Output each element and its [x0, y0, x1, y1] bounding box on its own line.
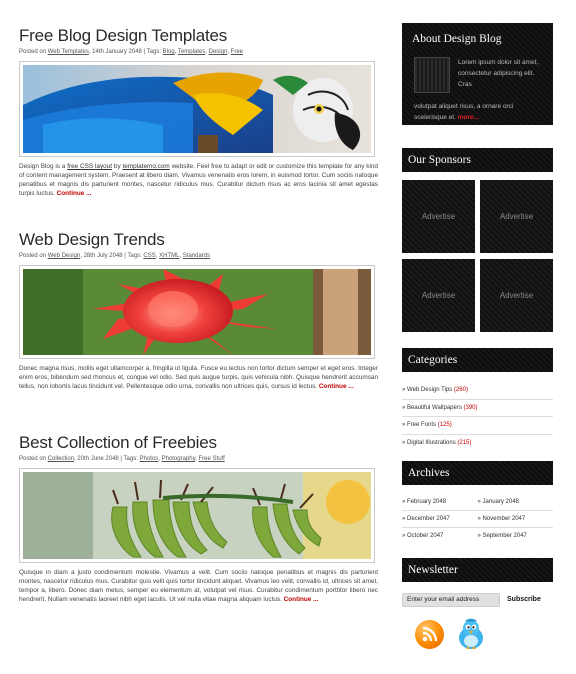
post-meta: Posted on Web Design, 28th July 2048 | T… [19, 253, 211, 259]
blog-post: Free Blog Design Templates Posted on Web… [19, 26, 378, 198]
post-excerpt: Design Blog is a free CSS layout by temp… [19, 163, 378, 198]
continue-link[interactable]: Continue ... [319, 383, 354, 390]
about-title: About Design Blog [412, 33, 502, 45]
archives-heading: Archives [402, 461, 553, 485]
tag-link[interactable]: Standards [183, 253, 210, 259]
tag-link[interactable]: Photos [140, 456, 159, 462]
post-meta: Posted on Collection, 20th June 2048 | T… [19, 456, 225, 462]
advertise-slot[interactable]: Advertise [402, 259, 475, 332]
archive-row: » December 2047» November 2047 [402, 511, 553, 528]
twitter-bird-icon[interactable] [455, 618, 487, 651]
archive-row: » February 2048» January 2048 [402, 494, 553, 511]
archive-link[interactable]: » December 2047 [402, 511, 478, 527]
advertise-slot[interactable]: Advertise [480, 180, 553, 253]
blog-post: Web Design Trends Posted on Web Design, … [19, 230, 378, 391]
category-link[interactable]: Web Templates [48, 49, 89, 55]
about-text: Lorem ipsum dolor sit amet, consectetur … [458, 59, 539, 88]
tag-link[interactable]: CSS [143, 253, 155, 259]
archive-link[interactable]: » September 2047 [478, 528, 554, 545]
archive-link[interactable]: » February 2048 [402, 494, 478, 510]
free-css-layout-link[interactable]: free CSS layout [67, 163, 112, 170]
post-image-frame [19, 468, 375, 563]
advertise-slot[interactable]: Advertise [480, 259, 553, 332]
post-title[interactable]: Best Collection of Freebies [19, 433, 378, 453]
about-thumbnail [414, 57, 450, 93]
post-image-frame [19, 61, 375, 157]
tag-link[interactable]: Photography [162, 456, 196, 462]
archive-list: » February 2048» January 2048 » December… [402, 494, 553, 545]
templatemo-link[interactable]: templatemo.com [122, 163, 169, 170]
more-link[interactable]: more... [458, 114, 479, 121]
list-item[interactable]: » Beautiful Wallpapers (390) [402, 400, 553, 417]
tag-link[interactable]: Free Stuff [199, 456, 225, 462]
category-link[interactable]: Web Design [48, 253, 81, 259]
category-link[interactable]: Collection [48, 456, 74, 462]
continue-link[interactable]: Continue ... [284, 596, 319, 603]
banana-image [23, 472, 371, 559]
archive-link[interactable]: » October 2047 [402, 528, 478, 545]
email-field[interactable]: Enter your email address [402, 593, 500, 607]
tag-link[interactable]: Templates [178, 49, 205, 55]
newsletter-heading: Newsletter [402, 558, 553, 582]
archive-row: » October 2047» September 2047 [402, 528, 553, 545]
post-title[interactable]: Free Blog Design Templates [19, 26, 378, 46]
parrot-image [23, 65, 371, 153]
tag-link[interactable]: Design [209, 49, 228, 55]
list-item[interactable]: » Digital Illustrations (215) [402, 435, 553, 453]
red-flower-image [23, 269, 371, 355]
post-image-frame [19, 265, 375, 359]
categories-heading: Categories [402, 348, 553, 372]
tag-link[interactable]: Blog [163, 49, 175, 55]
archive-link[interactable]: » January 2048 [478, 494, 554, 510]
blog-post: Best Collection of Freebies Posted on Co… [19, 433, 378, 604]
advertise-slot[interactable]: Advertise [402, 180, 475, 253]
category-list: » Web Design Tips (260) » Beautiful Wall… [402, 382, 553, 452]
about-box: About Design Blog Lorem ipsum dolor sit … [402, 23, 553, 125]
tag-link[interactable]: Free [231, 49, 243, 55]
subscribe-button[interactable]: Subscribe [507, 593, 541, 607]
post-meta: Posted on Web Templates, 14th January 20… [19, 49, 243, 55]
list-item[interactable]: » Web Design Tips (260) [402, 382, 553, 400]
post-excerpt: Quisque in diam a justo condimentum mole… [19, 569, 378, 604]
archive-link[interactable]: » November 2047 [478, 511, 554, 527]
rss-icon[interactable] [415, 620, 444, 649]
list-item[interactable]: » Free Fonts (125) [402, 417, 553, 435]
about-text-continued: volutpat aliquet risus, a ornare orci sc… [414, 103, 514, 121]
post-excerpt: Donec magna risus, mollis eget ullamcorp… [19, 365, 378, 391]
continue-link[interactable]: Continue ... [57, 190, 92, 197]
sponsors-heading: Our Sponsors [402, 148, 553, 172]
post-title[interactable]: Web Design Trends [19, 230, 378, 250]
tag-link[interactable]: XHTML [159, 253, 179, 259]
